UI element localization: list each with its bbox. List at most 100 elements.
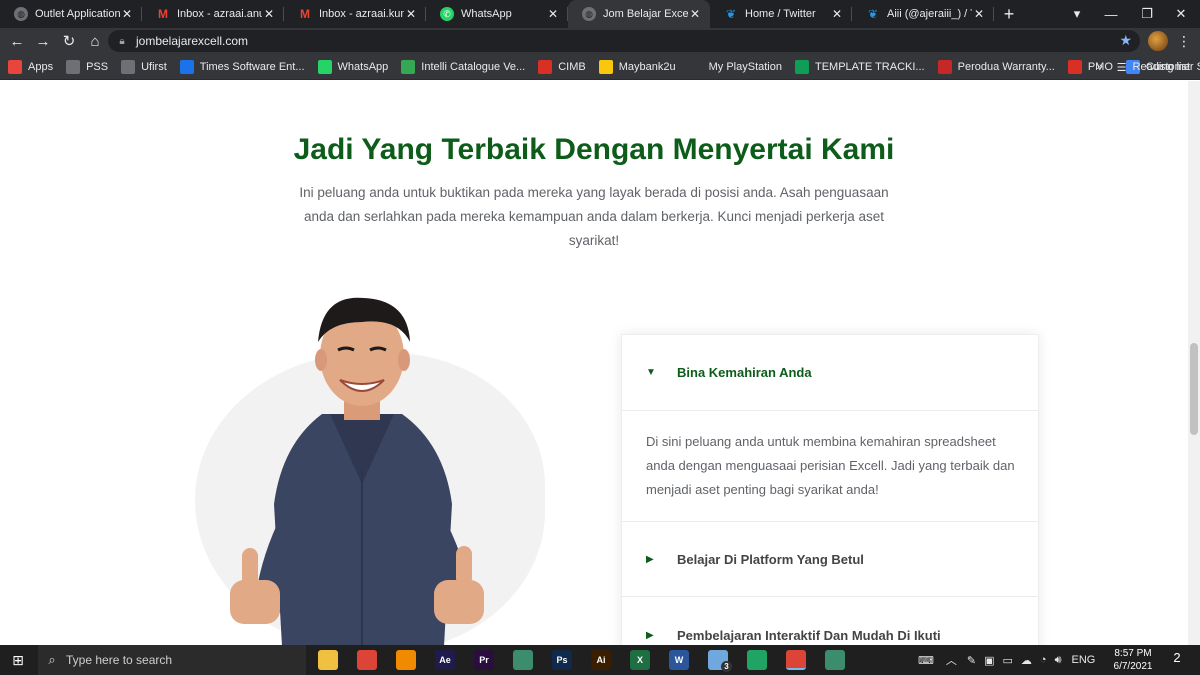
reload-icon[interactable]: ↻ [56,28,82,54]
caret-down-icon: ▼ [646,367,656,378]
language-indicator[interactable]: ENG [1072,654,1096,666]
bookmark-label[interactable]: TEMPLATE TRACKI... [815,61,925,73]
close-icon[interactable]: ✕ [688,7,702,21]
taskbar-clock[interactable]: 8:57 PM 6/7/2021 [1106,647,1160,673]
bookmark-item[interactable]: TEMPLATE TRACKI... [794,59,925,74]
accordion-item-belajar-platform[interactable]: ▶ Belajar Di Platform Yang Betul [622,521,1038,597]
window-close-icon[interactable]: ✕ [1162,0,1200,28]
tab-outlet-application[interactable]: ◍ Outlet Application Sal ✕ [0,0,142,28]
scrollbar-thumb[interactable] [1190,343,1198,435]
tab-strip: ◍ Outlet Application Sal ✕ M Inbox - azr… [0,0,1200,28]
battery-icon[interactable]: ▭ [1003,654,1013,667]
bookmark-label[interactable]: CIMB [558,61,586,73]
volume-icon[interactable]: 🔊︎ [1055,654,1062,667]
keyboard-icon[interactable]: ⌨ [918,654,934,667]
vlc-icon[interactable] [396,650,416,670]
tab-title: Inbox - azraai.kun@g [319,8,404,20]
url-text[interactable]: jombelajarexcell.com [136,34,248,48]
chrome-icon[interactable] [357,650,377,670]
close-icon[interactable]: ✕ [830,7,844,21]
bookmark-item[interactable]: Perodua Warranty... [937,59,1055,74]
accordion-item-pembelajaran-interaktif[interactable]: ▶ Pembelajaran Interaktif Dan Mudah Di I… [622,597,1038,645]
accordion-title[interactable]: Bina Kemahiran Anda [677,365,812,380]
tab-inbox-1[interactable]: M Inbox - azraai.anuar@ ✕ [142,0,284,28]
bookmark-label[interactable]: WhatsApp [338,61,389,73]
lock-icon[interactable]: 🔒︎ [108,36,136,47]
excel-icon[interactable]: X [630,650,650,670]
bookmark-label[interactable]: Intelli Catalogue Ve... [421,61,525,73]
bookmark-item[interactable]: Apps [8,59,53,74]
file-explorer-icon[interactable] [318,650,338,670]
bookmark-item[interactable]: My PlayStation [688,59,782,74]
tab-title: WhatsApp [461,8,512,20]
bookmark-label[interactable]: Apps [28,61,53,73]
chevron-up-icon[interactable]: ︿ [946,652,957,668]
bookmarks-overflow-button[interactable]: » [1097,61,1103,73]
wifi-icon[interactable]: ◔ [1040,654,1047,666]
pen-icon[interactable]: ✎ [967,654,976,667]
page-content: Jadi Yang Terbaik Dengan Menyertai Kami … [0,81,1188,645]
photoshop-icon[interactable]: Ps [552,650,572,670]
taskbar-search-box[interactable]: ⌕ Type here to search [38,645,306,675]
home-icon[interactable]: ⌂ [82,28,108,54]
minimize-icon[interactable]: — [1092,0,1130,28]
close-icon[interactable]: ✕ [972,7,986,21]
close-icon[interactable]: ✕ [546,7,560,21]
bookmark-item[interactable]: WhatsApp [317,59,389,74]
accordion-title[interactable]: Belajar Di Platform Yang Betul [677,552,864,567]
page-scrollbar[interactable] [1188,81,1200,645]
word-icon[interactable]: W [669,650,689,670]
new-tab-button[interactable]: + [994,0,1024,28]
taskbar-search-placeholder[interactable]: Type here to search [66,653,172,667]
address-bar[interactable]: 🔒︎ jombelajarexcell.com ★ [108,30,1140,52]
tab-search-icon[interactable]: ▾ [1058,0,1096,28]
illustrator-icon[interactable]: Ai [591,650,611,670]
forward-icon[interactable]: → [30,28,56,54]
bookmark-star-icon[interactable]: ★ [1119,32,1132,49]
windows-start-icon[interactable]: ⊞ [0,645,36,675]
back-icon[interactable]: ← [4,28,30,54]
tab-jom-belajar-excell[interactable]: ◍ Jom Belajar Excell – Sp ✕ [568,0,710,28]
bookmark-item[interactable]: CIMB [538,59,586,74]
tab-home-twitter[interactable]: ❦ Home / Twitter ✕ [710,0,852,28]
bookmark-label[interactable]: PSS [86,61,108,73]
sheets-icon [794,59,809,74]
system-tray: ⌨ ︿ ✎ ▣ ▭ ☁ ◔ 🔊︎ ENG [918,645,1095,675]
taskbar-badge: 3 [721,661,732,672]
bookmark-label[interactable]: My PlayStation [709,61,782,73]
bookmark-item[interactable]: PSS [66,59,108,74]
reading-list-button[interactable]: Reading list [1133,61,1190,73]
bookmark-label[interactable]: Times Software Ent... [200,61,305,73]
after-effects-icon[interactable]: Ae [435,650,455,670]
bookmark-item[interactable]: Times Software Ent... [179,59,305,74]
menu-icon[interactable]: ⋮ [1176,30,1192,52]
notification-center-icon[interactable]: 2 [1166,650,1188,670]
accordion-item-bina-kemahiran[interactable]: ▼ Bina Kemahiran Anda [622,335,1038,411]
restore-icon[interactable]: ❐ [1128,0,1166,28]
google-drive-icon[interactable] [747,650,767,670]
tab-inbox-2[interactable]: M Inbox - azraai.kun@g ✕ [284,0,426,28]
ts-icon [179,59,194,74]
bookmark-item[interactable]: Ufirst [121,59,167,74]
bookmark-item[interactable]: Intelli Catalogue Ve... [401,59,525,74]
profile-avatar[interactable] [1148,31,1168,51]
tab-whatsapp[interactable]: ✆ WhatsApp ✕ [426,0,568,28]
chrome-icon[interactable] [786,650,806,670]
files-icon[interactable]: 3 [708,650,732,672]
tab-twitter-profile[interactable]: ❦ Aiii (@ajeraiii_) / Twitt ✕ [852,0,994,28]
bookmark-label[interactable]: Perodua Warranty... [958,61,1055,73]
app-icon[interactable] [825,650,845,670]
meet-now-icon[interactable]: ▣ [984,654,994,667]
gmail-icon: M [300,7,310,21]
bookmark-label[interactable]: Maybank2u [619,61,676,73]
bookmark-label[interactable]: Ufirst [141,61,167,73]
premiere-icon[interactable]: Pr [474,650,494,670]
cloud-icon[interactable]: ☁ [1021,654,1032,667]
close-icon[interactable]: ✕ [262,7,276,21]
accordion-title[interactable]: Pembelajaran Interaktif Dan Mudah Di Iku… [677,628,941,643]
bookmark-item[interactable]: Maybank2u [598,59,676,74]
app-icon[interactable] [513,650,533,670]
reading-list-icon[interactable]: ☰ [1117,61,1127,74]
close-icon[interactable]: ✕ [404,7,418,21]
close-icon[interactable]: ✕ [120,7,134,21]
